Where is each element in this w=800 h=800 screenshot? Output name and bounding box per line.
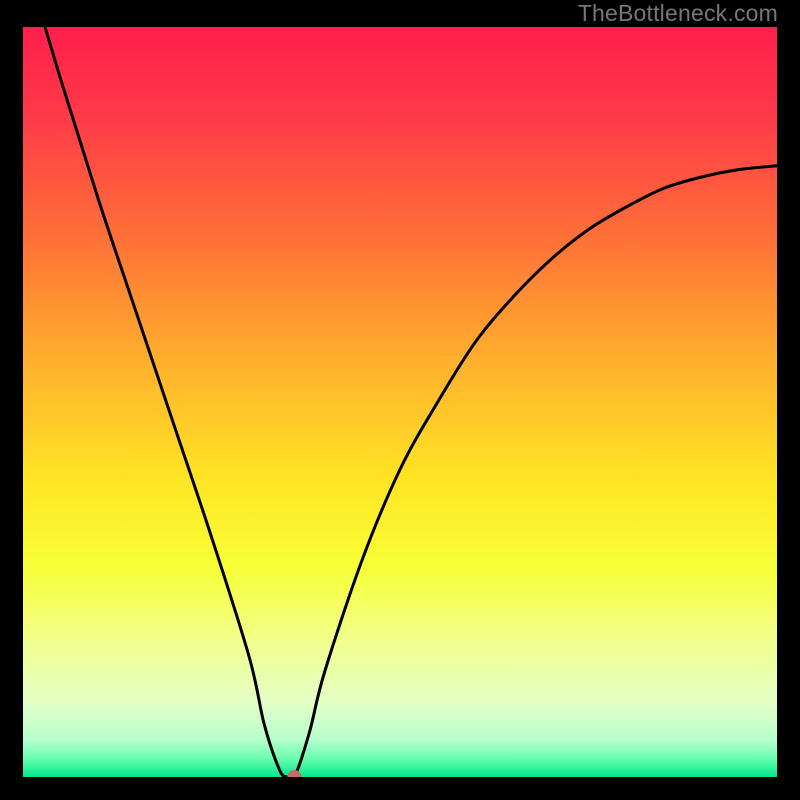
bottleneck-curve	[23, 27, 777, 777]
curve-layer	[23, 27, 777, 777]
watermark-text: TheBottleneck.com	[578, 0, 778, 27]
plot-area	[23, 27, 777, 777]
optimal-point-marker	[287, 770, 301, 777]
chart-frame	[0, 0, 800, 800]
